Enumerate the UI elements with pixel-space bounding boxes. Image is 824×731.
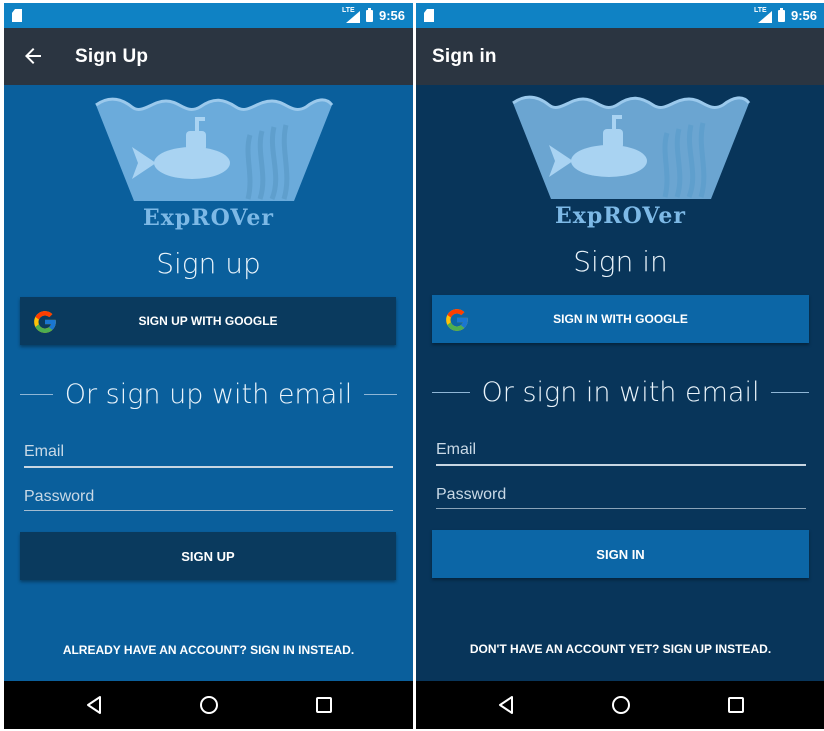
signup-screen: LTE 9:56 Sign Up ExpROVer Sign up SIGN U… xyxy=(4,3,413,729)
password-field[interactable] xyxy=(436,480,804,510)
google-button-label: SIGN IN WITH GOOGLE xyxy=(553,312,688,326)
divider-text: Or sign in with email xyxy=(481,376,760,408)
sd-card-icon xyxy=(424,9,434,22)
password-underline xyxy=(436,508,806,509)
status-time: 9:56 xyxy=(790,8,817,23)
circle-home-icon[interactable] xyxy=(197,693,221,717)
divider-line-right xyxy=(364,393,397,395)
sign-up-instead-link[interactable]: DON'T HAVE AN ACCOUNT YET? SIGN UP INSTE… xyxy=(416,642,824,656)
sign-in-instead-link[interactable]: ALREADY HAVE AN ACCOUNT? SIGN IN INSTEAD… xyxy=(4,643,413,657)
toolbar-title: Sign in xyxy=(432,46,497,67)
logo-text: ExpROVer xyxy=(143,205,274,231)
sign-in-button[interactable]: SIGN IN xyxy=(432,530,809,578)
sign-up-button[interactable]: SIGN UP xyxy=(20,532,396,580)
password-underline xyxy=(24,510,393,511)
nav-bar xyxy=(4,681,413,729)
google-button-label: SIGN UP WITH GOOGLE xyxy=(138,314,278,328)
logo-text: ExpROVer xyxy=(555,203,686,229)
google-g-icon xyxy=(444,307,470,333)
email-field[interactable] xyxy=(24,437,392,467)
circle-home-icon[interactable] xyxy=(609,693,633,717)
status-time: 9:56 xyxy=(378,8,405,23)
status-bar: LTE 9:56 xyxy=(4,3,413,28)
google-signup-button[interactable]: SIGN UP WITH GOOGLE xyxy=(20,297,396,345)
email-divider: Or sign up with email xyxy=(4,376,413,412)
square-recents-icon[interactable] xyxy=(312,693,336,717)
email-divider: Or sign in with email xyxy=(416,374,824,410)
page-heading: Sign up xyxy=(156,247,261,280)
password-field[interactable] xyxy=(24,482,392,512)
battery-icon xyxy=(777,7,785,22)
status-bar: LTE 9:56 xyxy=(416,3,824,28)
google-signin-button[interactable]: SIGN IN WITH GOOGLE xyxy=(432,295,809,343)
sd-card-icon xyxy=(12,9,22,22)
divider-line-left xyxy=(432,391,470,393)
battery-icon xyxy=(365,7,373,22)
divider-text: Or sign up with email xyxy=(64,378,353,410)
email-field[interactable] xyxy=(436,435,804,465)
arrow-back-icon[interactable] xyxy=(21,44,45,68)
signal-icon: LTE xyxy=(342,7,360,23)
signal-icon: LTE xyxy=(754,7,772,23)
triangle-back-icon[interactable] xyxy=(82,693,106,717)
square-recents-icon[interactable] xyxy=(724,693,748,717)
triangle-back-icon[interactable] xyxy=(494,693,518,717)
toolbar-title: Sign Up xyxy=(75,46,149,67)
toolbar: Sign in xyxy=(416,28,824,85)
email-underline xyxy=(24,466,393,468)
toolbar: Sign Up xyxy=(4,28,413,85)
divider-line-left xyxy=(20,393,53,395)
divider-line-right xyxy=(771,391,809,393)
nav-bar xyxy=(416,681,824,729)
page-heading: Sign in xyxy=(573,245,668,278)
email-underline xyxy=(436,464,806,466)
google-g-icon xyxy=(32,309,58,335)
signin-screen: LTE 9:56 Sign in ExpROVer Sign in SIGN I… xyxy=(416,3,824,729)
